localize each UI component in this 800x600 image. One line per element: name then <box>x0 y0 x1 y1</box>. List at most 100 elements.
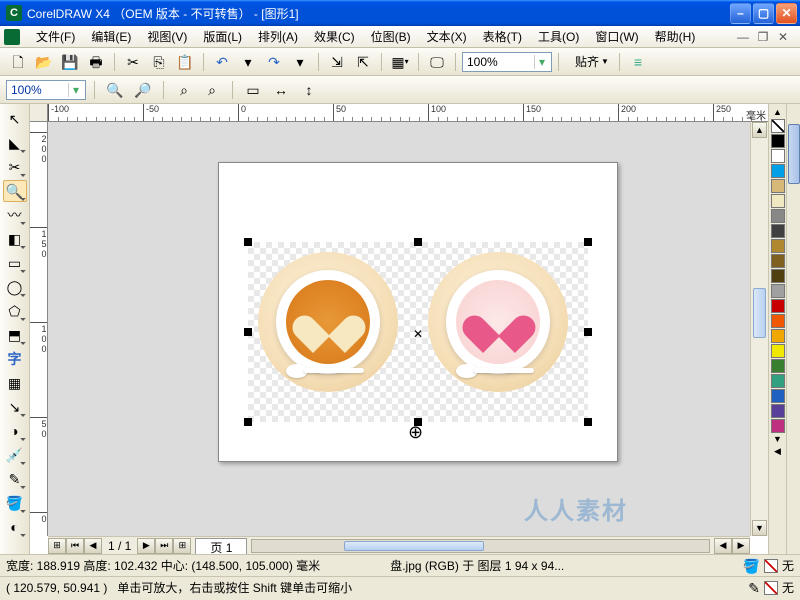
prev-page-button[interactable]: ◀ <box>84 538 102 554</box>
page-tab-1[interactable]: 页 1 <box>195 538 247 554</box>
color-swatch[interactable] <box>771 344 785 358</box>
ruler-origin[interactable] <box>30 104 48 122</box>
color-swatch[interactable] <box>771 389 785 403</box>
text-tool[interactable]: 字 <box>3 348 27 370</box>
fill-swatch[interactable] <box>764 559 778 573</box>
eyedropper-tool[interactable]: 💉 <box>3 444 27 466</box>
mdi-close-button[interactable]: ✕ <box>776 30 790 44</box>
copy-button[interactable]: ⎘ <box>147 51 171 73</box>
undo-dropdown[interactable]: ▾ <box>236 51 260 73</box>
vscroll-thumb[interactable] <box>753 288 766 338</box>
docker-tab[interactable] <box>788 124 800 184</box>
canvas-viewport[interactable]: ✕ ⊕ <box>48 122 750 536</box>
pick-tool[interactable]: ↖ <box>3 108 27 130</box>
color-swatch[interactable] <box>771 314 785 328</box>
menu-file[interactable]: 文件(F) <box>28 26 83 47</box>
menu-help[interactable]: 帮助(H) <box>647 26 704 47</box>
menu-arrange[interactable]: 排列(A) <box>250 26 306 47</box>
swatch-none[interactable] <box>771 119 785 133</box>
print-button[interactable]: 🖶 <box>84 51 108 73</box>
undo-button[interactable]: ↶ <box>210 51 234 73</box>
color-swatch[interactable] <box>771 164 785 178</box>
menu-layout[interactable]: 版面(L) <box>195 26 250 47</box>
color-swatch[interactable] <box>771 209 785 223</box>
horizontal-scrollbar[interactable] <box>251 539 710 553</box>
menu-bitmap[interactable]: 位图(B) <box>363 26 419 47</box>
scroll-right-button[interactable]: ▶ <box>732 538 750 554</box>
first-page-button[interactable]: ⏮ <box>66 538 84 554</box>
zoom-height-button[interactable]: ↕ <box>297 79 321 101</box>
rectangle-tool[interactable]: ▭ <box>3 252 27 274</box>
smart-fill-tool[interactable]: ◧ <box>3 228 27 250</box>
scroll-left-button[interactable]: ◀ <box>714 538 732 554</box>
save-button[interactable]: 💾 <box>58 51 82 73</box>
color-swatch[interactable] <box>771 299 785 313</box>
ellipse-tool[interactable]: ◯ <box>3 276 27 298</box>
menu-window[interactable]: 窗口(W) <box>587 26 646 47</box>
menu-tools[interactable]: 工具(O) <box>530 26 587 47</box>
app-launcher-button[interactable]: ▦▾ <box>388 51 412 73</box>
color-swatch[interactable] <box>771 134 785 148</box>
menu-effects[interactable]: 效果(C) <box>306 26 363 47</box>
color-swatch[interactable] <box>771 149 785 163</box>
color-swatch[interactable] <box>771 254 785 268</box>
vertical-scrollbar[interactable]: ▲ ▼ <box>750 122 768 536</box>
mdi-minimize-button[interactable]: — <box>736 30 750 44</box>
resize-handle-t[interactable] <box>414 238 422 246</box>
window-close-button[interactable]: ✕ <box>776 3 797 24</box>
interactive-fill-tool[interactable]: ◐ <box>3 516 27 538</box>
next-page-button[interactable]: ▶ <box>137 538 155 554</box>
mdi-restore-button[interactable]: ❐ <box>756 30 770 44</box>
palette-scroll-down[interactable]: ▼ <box>771 433 785 445</box>
outline-swatch[interactable] <box>764 581 778 595</box>
menu-table[interactable]: 表格(T) <box>475 26 530 47</box>
cut-button[interactable]: ✂ <box>121 51 145 73</box>
zoom-page-button[interactable]: ▭ <box>241 79 265 101</box>
color-swatch[interactable] <box>771 269 785 283</box>
add-page-button[interactable]: ⊞ <box>48 538 66 554</box>
horizontal-ruler[interactable]: -100-50050100150200250300350 <box>48 104 768 122</box>
menu-view[interactable]: 视图(V) <box>139 26 195 47</box>
vertical-ruler[interactable]: 200150100500 <box>30 122 48 536</box>
resize-handle-br[interactable] <box>584 418 592 426</box>
crop-tool[interactable]: ✂ <box>3 156 27 178</box>
snap-dropdown[interactable]: 贴齐 ▼ <box>571 53 613 70</box>
zoom-width-button[interactable]: ↔ <box>269 79 293 101</box>
paste-button[interactable]: 📋 <box>173 51 197 73</box>
color-swatch[interactable] <box>771 224 785 238</box>
color-swatch[interactable] <box>771 194 785 208</box>
zoom-level-combo[interactable]: 100% ▾ <box>462 52 552 72</box>
menu-edit[interactable]: 编辑(E) <box>83 26 139 47</box>
table-tool[interactable]: ▦ <box>3 372 27 394</box>
resize-handle-r[interactable] <box>584 328 592 336</box>
add-page-after-button[interactable]: ⊞ <box>173 538 191 554</box>
zoom-preset-combo[interactable]: 100% ▾ <box>6 80 86 100</box>
freehand-tool[interactable]: 〰 <box>3 204 27 226</box>
window-maximize-button[interactable]: ▢ <box>753 3 774 24</box>
color-swatch[interactable] <box>771 179 785 193</box>
scroll-up-button[interactable]: ▲ <box>752 122 767 138</box>
polygon-tool[interactable]: ⬠ <box>3 300 27 322</box>
last-page-button[interactable]: ⏭ <box>155 538 173 554</box>
scroll-down-button[interactable]: ▼ <box>752 520 767 536</box>
selection-bounds[interactable]: ✕ <box>248 242 588 422</box>
new-button[interactable]: 🗋 <box>6 51 30 73</box>
palette-flyout[interactable]: ◀ <box>771 445 785 457</box>
menu-text[interactable]: 文本(X) <box>419 26 475 47</box>
outline-tool[interactable]: ✎ <box>3 468 27 490</box>
hscroll-thumb[interactable] <box>344 541 484 551</box>
options-button[interactable]: ≡ <box>626 51 650 73</box>
zoom-tool[interactable]: 🔍 <box>3 180 27 202</box>
color-swatch[interactable] <box>771 404 785 418</box>
palette-scroll-up[interactable]: ▲ <box>771 106 785 118</box>
redo-dropdown[interactable]: ▾ <box>288 51 312 73</box>
open-button[interactable]: 📂 <box>32 51 56 73</box>
zoom-out-button[interactable]: 🔎 <box>131 79 155 101</box>
resize-handle-tr[interactable] <box>584 238 592 246</box>
import-button[interactable]: ⇲ <box>325 51 349 73</box>
color-swatch[interactable] <box>771 329 785 343</box>
color-swatch[interactable] <box>771 419 785 433</box>
zoom-all-button[interactable]: ⌕ <box>200 79 224 101</box>
interactive-tool[interactable]: ◑ <box>3 420 27 442</box>
color-swatch[interactable] <box>771 374 785 388</box>
